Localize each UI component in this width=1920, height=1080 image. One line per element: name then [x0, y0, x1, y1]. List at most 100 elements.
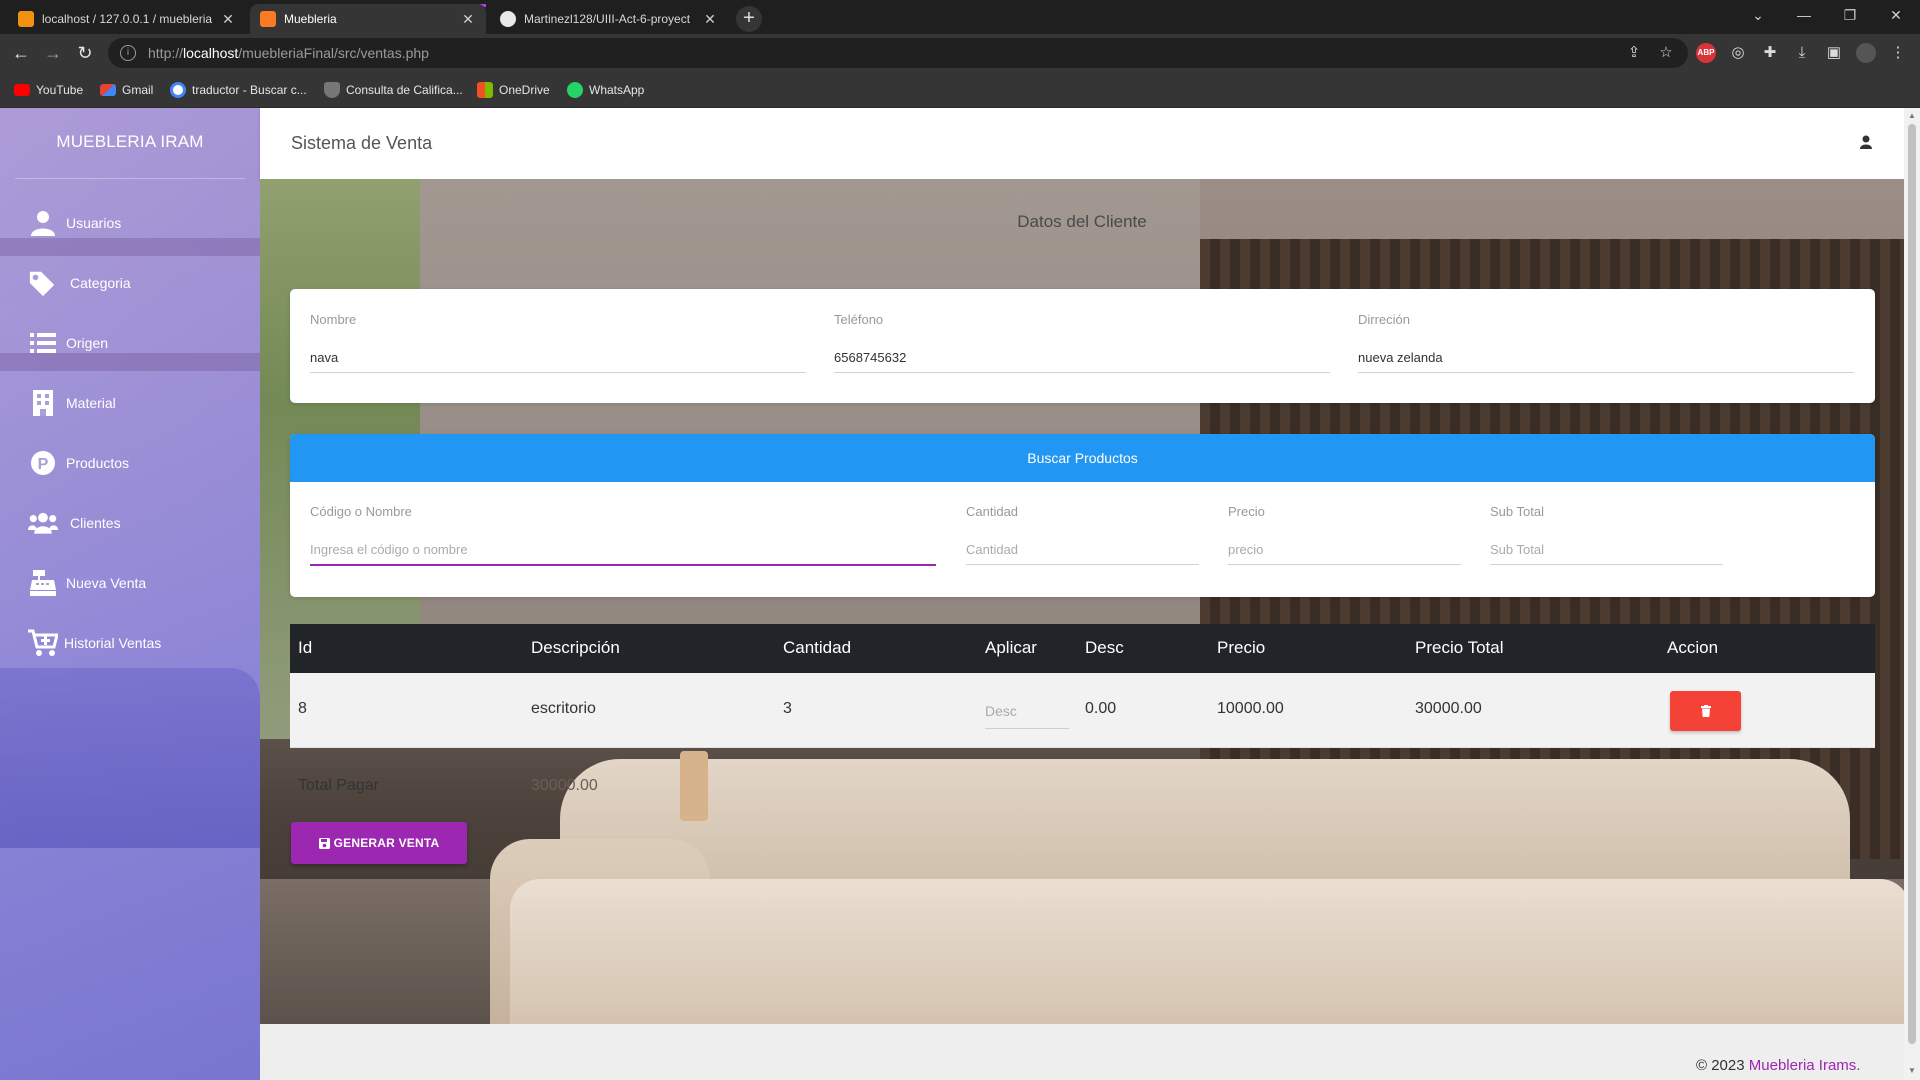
telefono-input[interactable]: 6568745632: [834, 350, 1330, 365]
sidebar-item-clientes[interactable]: Clientes: [0, 500, 260, 546]
footer-link[interactable]: Muebleria Irams.: [1749, 1057, 1861, 1074]
product-icon: P: [28, 448, 58, 478]
bg-vase: [680, 751, 708, 821]
menu-kebab-icon[interactable]: ⋮: [1888, 43, 1908, 63]
browser-tab-strip: localhost / 127.0.0.1 / muebleria ✕ Mueb…: [0, 0, 1920, 34]
nombre-field[interactable]: Nombre nava: [310, 312, 806, 373]
tab-title: localhost / 127.0.0.1 / muebleria: [42, 12, 213, 26]
browser-tab-muebleria[interactable]: Muebleria ✕: [250, 4, 486, 34]
sidebar-item-material[interactable]: Material: [0, 380, 260, 426]
adblock-icon[interactable]: ABP: [1696, 43, 1716, 63]
sidebar-item-productos[interactable]: P Productos: [0, 440, 260, 486]
search-products-card: Buscar Productos Código o Nombre Ingresa…: [290, 434, 1875, 597]
main-panel: Sistema de Venta Datos del Cliente Nombr…: [260, 108, 1904, 1080]
browser-tab-phpmyadmin[interactable]: localhost / 127.0.0.1 / muebleria ✕: [8, 4, 246, 34]
download-icon[interactable]: ⤓: [1792, 43, 1812, 63]
bookmark-consulta[interactable]: Consulta de Califica...: [324, 81, 463, 99]
address-bar[interactable]: i http://localhost/muebleriaFinal/src/ve…: [108, 38, 1688, 68]
extensions-puzzle-icon[interactable]: ✚: [1760, 43, 1780, 63]
sidebar-item-label: Historial Ventas: [64, 635, 162, 651]
nombre-label: Nombre: [310, 312, 357, 327]
tab-title: Muebleria: [284, 12, 337, 26]
minimize-button[interactable]: —: [1781, 0, 1827, 30]
close-icon[interactable]: ✕: [460, 11, 476, 28]
brand-logo-text[interactable]: MUEBLERIA IRAM: [0, 132, 260, 152]
bookmark-label: traductor - Buscar c...: [192, 83, 307, 97]
share-icon[interactable]: ⇪: [1624, 43, 1644, 63]
generar-venta-button[interactable]: GENERAR VENTA: [291, 822, 467, 864]
page-title[interactable]: Sistema de Venta: [291, 133, 432, 154]
users-icon: [28, 508, 58, 538]
window-close-button[interactable]: ✕: [1873, 0, 1919, 30]
bookmark-onedrive[interactable]: OneDrive: [477, 81, 550, 99]
telefono-label: Teléfono: [834, 312, 884, 327]
codigo-field[interactable]: Código o Nombre Ingresa el código o nomb…: [310, 504, 936, 566]
client-card: Nombre nava Teléfono 6568745632 Dirreció…: [290, 289, 1875, 403]
bookmark-whatsapp[interactable]: WhatsApp: [567, 81, 644, 99]
sidebar-bg-couch: [0, 668, 260, 848]
forward-button[interactable]: →: [40, 40, 66, 66]
tags-icon: [28, 268, 58, 298]
bookmark-label: YouTube: [36, 83, 84, 97]
bookmark-youtube[interactable]: YouTube: [14, 81, 83, 99]
sidebar-item-label: Clientes: [70, 515, 121, 531]
telefono-field[interactable]: Teléfono 6568745632: [834, 312, 1330, 373]
delete-item-button[interactable]: [1670, 691, 1741, 731]
building-icon: [28, 388, 58, 418]
precio-field[interactable]: Precio precio: [1228, 504, 1461, 565]
side-panel-icon[interactable]: ▣: [1824, 43, 1844, 63]
scroll-up-arrow[interactable]: ▲: [1907, 111, 1917, 120]
sidebar-item-usuarios[interactable]: Usuarios: [0, 200, 260, 246]
footer-copyright: © 2023 Muebleria Irams.: [1696, 1057, 1860, 1074]
extension-bulb-icon[interactable]: ◎: [1728, 43, 1748, 63]
tab-search-button[interactable]: ⌄: [1735, 0, 1781, 30]
direccion-field[interactable]: Dirreción nueva zelanda: [1358, 312, 1854, 373]
restore-button[interactable]: ❐: [1827, 0, 1873, 30]
precio-input[interactable]: precio: [1228, 542, 1461, 557]
user-icon: [28, 208, 58, 238]
sidebar-item-origen[interactable]: Origen: [0, 320, 260, 366]
cantidad-field[interactable]: Cantidad Cantidad: [966, 504, 1199, 565]
list-icon: [28, 328, 58, 358]
column-header-desc: Desc: [1085, 638, 1124, 657]
reload-button[interactable]: ↻: [72, 40, 98, 66]
sidebar: MUEBLERIA IRAM Usuarios Categoria Origen…: [0, 108, 260, 1080]
top-navbar: Sistema de Venta: [260, 108, 1904, 179]
scrollbar-thumb[interactable]: [1908, 124, 1916, 1044]
sidebar-item-categoria[interactable]: Categoria: [0, 260, 260, 306]
cell-precio-total: 30000.00: [1415, 700, 1482, 717]
page-scrollbar[interactable]: ▲ ▼: [1904, 108, 1920, 1080]
column-header-precio: Precio: [1217, 638, 1266, 657]
subtotal-input[interactable]: Sub Total: [1490, 542, 1723, 557]
bookmark-star-icon[interactable]: ☆: [1656, 43, 1676, 63]
back-button[interactable]: ←: [8, 40, 34, 66]
new-tab-button[interactable]: +: [736, 6, 762, 32]
table-row: 8 escritorio 3 Desc 0.00 10000.00 30000.…: [290, 673, 1875, 748]
site-info-icon[interactable]: i: [120, 45, 136, 61]
close-icon[interactable]: ✕: [220, 11, 236, 28]
discount-input[interactable]: Desc: [985, 693, 1069, 729]
column-header-cantidad: Cantidad: [783, 638, 852, 657]
bookmark-label: WhatsApp: [589, 83, 645, 97]
cantidad-input[interactable]: Cantidad: [966, 542, 1199, 557]
content-background: Datos del Cliente Nombre nava Teléfono 6…: [260, 179, 1904, 1024]
bookmark-gmail[interactable]: Gmail: [100, 81, 153, 99]
scroll-down-arrow[interactable]: ▼: [1907, 1066, 1917, 1075]
input-underline: [310, 372, 806, 373]
close-icon[interactable]: ✕: [702, 11, 718, 28]
onedrive-icon: [477, 82, 493, 98]
user-icon[interactable]: [1860, 135, 1872, 154]
sidebar-item-nueva-venta[interactable]: Nueva Venta: [0, 560, 260, 606]
nombre-input[interactable]: nava: [310, 350, 806, 365]
cell-id: 8: [298, 700, 307, 717]
bookmark-label: Consulta de Califica...: [346, 83, 463, 97]
browser-tab-github[interactable]: Martinezl128/UIII-Act-6-proyect ✕: [490, 4, 728, 34]
sidebar-item-historial-ventas[interactable]: Historial Ventas: [0, 620, 260, 666]
profile-avatar[interactable]: [1856, 43, 1876, 63]
codigo-input[interactable]: Ingresa el código o nombre: [310, 542, 936, 557]
subtotal-field[interactable]: Sub Total Sub Total: [1490, 504, 1723, 565]
codigo-label: Código o Nombre: [310, 504, 412, 519]
url-path: /muebleriaFinal/src/ventas.php: [238, 45, 429, 61]
direccion-input[interactable]: nueva zelanda: [1358, 350, 1854, 365]
bookmark-traductor[interactable]: traductor - Buscar c...: [170, 81, 307, 99]
